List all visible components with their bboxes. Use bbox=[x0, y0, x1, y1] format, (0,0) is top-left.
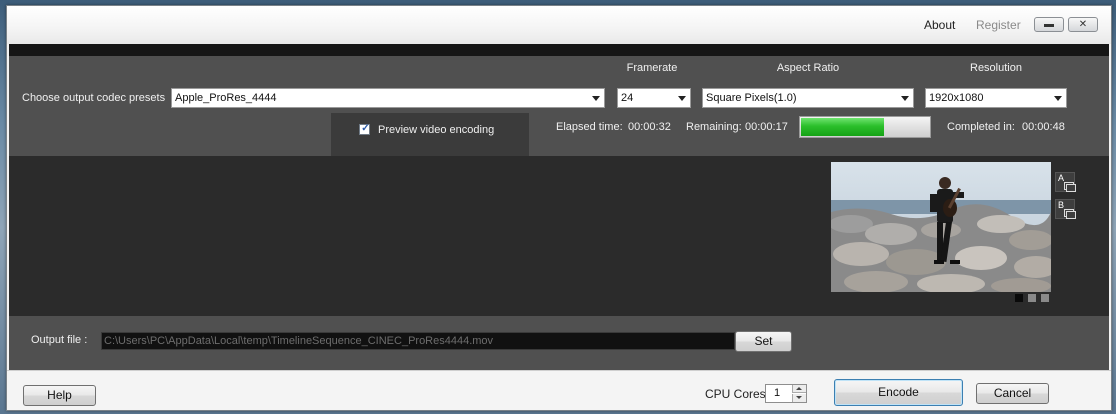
about-link[interactable]: About bbox=[924, 18, 955, 32]
minimize-button[interactable]: ▬ bbox=[1034, 17, 1064, 32]
framerate-header: Framerate bbox=[626, 62, 678, 74]
layers-icon-back bbox=[1066, 211, 1076, 219]
cancel-button[interactable]: Cancel bbox=[976, 383, 1049, 404]
preview-view-dot-2[interactable] bbox=[1028, 294, 1036, 302]
completed-in-value: 00:00:48 bbox=[1022, 121, 1065, 133]
output-file-panel: Output file : C:\Users\PC\AppData\Local\… bbox=[9, 316, 1109, 370]
chevron-down-icon bbox=[678, 96, 686, 101]
chevron-up-icon bbox=[796, 387, 802, 390]
codec-preset-select[interactable]: Apple_ProRes_4444 bbox=[171, 88, 605, 108]
preview-encoding-label: Preview video encoding bbox=[378, 124, 495, 136]
elapsed-time-label: Elapsed time: bbox=[556, 121, 623, 133]
progress-fill bbox=[801, 118, 884, 136]
set-output-button[interactable]: Set bbox=[735, 331, 792, 352]
encoding-settings-panel: Framerate Aspect Ratio Resolution Choose… bbox=[9, 56, 1109, 156]
codec-preset-value: Apple_ProRes_4444 bbox=[175, 92, 277, 104]
preview-option-panel: ✓ Preview video encoding bbox=[331, 113, 529, 156]
output-file-path-field[interactable]: C:\Users\PC\AppData\Local\temp\TimelineS… bbox=[101, 332, 735, 350]
app-window: About Register ▬ ✕ Framerate Aspect Rati… bbox=[6, 5, 1112, 411]
codec-preset-label: Choose output codec presets bbox=[22, 92, 166, 104]
remaining-label: Remaining: bbox=[686, 121, 742, 133]
preview-area: A B bbox=[9, 156, 1109, 316]
completed-in-label: Completed in: bbox=[947, 121, 1015, 133]
framerate-value: 24 bbox=[621, 92, 634, 104]
preview-encoding-checkbox[interactable]: ✓ bbox=[359, 123, 370, 135]
chevron-down-icon bbox=[1054, 96, 1062, 101]
compare-b-button[interactable]: B bbox=[1055, 199, 1076, 219]
chevron-down-icon bbox=[592, 96, 600, 101]
cpu-cores-label: CPU Cores bbox=[705, 387, 766, 401]
resolution-header: Resolution bbox=[970, 62, 1022, 74]
remaining-value: 00:00:17 bbox=[745, 121, 788, 133]
cpu-decrement-button[interactable] bbox=[792, 394, 806, 402]
chevron-down-icon bbox=[796, 396, 802, 399]
cpu-increment-button[interactable] bbox=[792, 385, 806, 393]
checkmark-icon: ✓ bbox=[361, 123, 370, 134]
title-bar: About Register ▬ ✕ bbox=[7, 6, 1111, 44]
encode-button[interactable]: Encode bbox=[834, 379, 963, 406]
video-preview-frame bbox=[831, 162, 1051, 292]
output-file-path: C:\Users\PC\AppData\Local\temp\TimelineS… bbox=[104, 335, 494, 347]
minimize-icon: ▬ bbox=[1044, 19, 1054, 30]
close-icon: ✕ bbox=[1078, 19, 1088, 30]
preview-view-dot-1[interactable] bbox=[1015, 294, 1023, 302]
aspect-ratio-header: Aspect Ratio bbox=[776, 62, 840, 74]
preview-view-dot-3[interactable] bbox=[1041, 294, 1049, 302]
aspect-ratio-select[interactable]: Square Pixels(1.0) bbox=[702, 88, 914, 108]
resolution-select[interactable]: 1920x1080 bbox=[925, 88, 1067, 108]
layers-icon-back bbox=[1066, 184, 1076, 192]
resolution-value: 1920x1080 bbox=[929, 92, 984, 104]
elapsed-time-value: 00:00:32 bbox=[628, 121, 671, 133]
chevron-down-icon bbox=[901, 96, 909, 101]
footer-bar: Help CPU Cores 1 Encode Cancel bbox=[7, 370, 1111, 410]
aspect-ratio-value: Square Pixels(1.0) bbox=[706, 92, 797, 104]
cpu-cores-value: 1 bbox=[774, 387, 781, 399]
close-button[interactable]: ✕ bbox=[1068, 17, 1098, 32]
compare-a-button[interactable]: A bbox=[1055, 172, 1076, 192]
header-divider bbox=[9, 44, 1109, 56]
encoding-progress-bar bbox=[799, 116, 931, 138]
framerate-select[interactable]: 24 bbox=[617, 88, 691, 108]
help-button[interactable]: Help bbox=[23, 385, 96, 406]
output-file-label: Output file : bbox=[31, 334, 88, 346]
cpu-cores-stepper[interactable]: 1 bbox=[765, 384, 807, 403]
preview-thumbnail bbox=[831, 162, 1051, 292]
register-link[interactable]: Register bbox=[976, 18, 1021, 32]
